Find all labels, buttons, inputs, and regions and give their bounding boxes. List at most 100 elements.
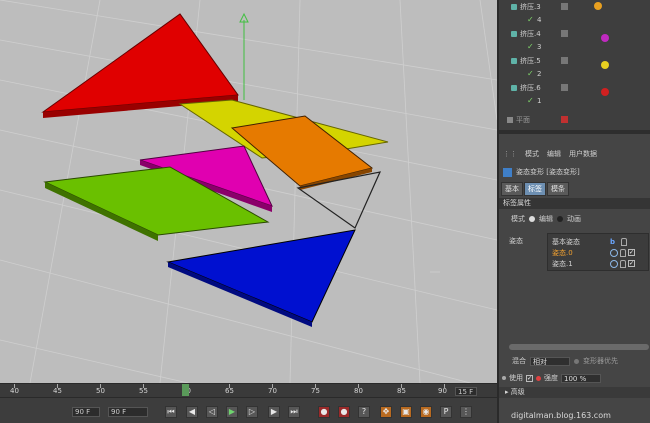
mix-row: 混合 相对 变形器优先 bbox=[499, 355, 650, 367]
strength-label: 强度 bbox=[544, 374, 558, 382]
visibility-toggle[interactable] bbox=[561, 3, 568, 10]
pose-label: 姿态 bbox=[509, 237, 523, 245]
lock-icon[interactable] bbox=[620, 248, 626, 257]
goto-start-button[interactable]: ⏮ bbox=[165, 406, 177, 418]
object-label: 挤压.5 bbox=[520, 56, 541, 65]
mode-edit-radio[interactable] bbox=[529, 216, 535, 222]
rotation-key-button[interactable]: ◉ bbox=[420, 406, 432, 418]
visibility-toggle[interactable] bbox=[561, 57, 568, 64]
tick-label: 55 bbox=[139, 387, 148, 395]
pose-name: 姿态.1 bbox=[552, 259, 573, 268]
pose-morph-tag-icon bbox=[503, 167, 512, 177]
viewport-scene bbox=[0, 0, 497, 383]
bone-icon: b bbox=[610, 237, 616, 246]
object-label: 平面 bbox=[516, 115, 530, 124]
current-frame-field[interactable]: 15 F bbox=[455, 387, 477, 396]
pose-row[interactable]: 姿态.0 ✓ bbox=[550, 247, 648, 258]
position-key-button[interactable]: ✥ bbox=[380, 406, 392, 418]
record-button[interactable]: ● bbox=[318, 406, 330, 418]
material-ball-icon[interactable] bbox=[601, 61, 609, 69]
object-row[interactable]: ✓ 4 bbox=[499, 13, 650, 26]
object-row[interactable]: ✓ 1 bbox=[499, 94, 650, 107]
object-row[interactable]: 挤压.4 bbox=[499, 27, 650, 40]
transport-bar: 90 F 90 F ⏮ ◀ ◁ ▶ ▷ ▶ ⏭ ● ● ? ✥ ▣ ◉ P ⋮ bbox=[0, 397, 497, 423]
advanced-section[interactable]: ▸ 高级 bbox=[499, 387, 650, 398]
mix-label: 混合 bbox=[512, 357, 526, 365]
param-key-button[interactable]: P bbox=[440, 406, 452, 418]
autokey-button[interactable]: ● bbox=[338, 406, 350, 418]
right-panel: 挤压.3 ✓ 4 挤压.4 ✓ 3 挤压.5 ✓ 2 挤压.6 ✓ 1 平面 ⋮… bbox=[497, 0, 650, 423]
scale-key-button[interactable]: ▣ bbox=[400, 406, 412, 418]
end-frame-field[interactable]: 90 F bbox=[108, 407, 148, 417]
prev-key-button[interactable]: ◀ bbox=[186, 406, 198, 418]
tab-basic[interactable]: 基本 bbox=[501, 182, 523, 196]
object-label: 3 bbox=[537, 42, 542, 51]
tab-bar: 基本 标签 模条 bbox=[501, 182, 569, 196]
visibility-toggle[interactable] bbox=[561, 84, 568, 91]
menu-user-data[interactable]: 用户数据 bbox=[569, 149, 597, 159]
panel-divider[interactable] bbox=[499, 130, 650, 134]
object-row[interactable]: 平面 bbox=[499, 113, 650, 126]
grid-icon[interactable]: ⋮⋮ bbox=[503, 150, 517, 158]
pose-target-icon[interactable] bbox=[610, 248, 618, 257]
visibility-toggle[interactable] bbox=[561, 30, 568, 37]
tick-label: 85 bbox=[397, 387, 406, 395]
spline-icon: ✓ bbox=[527, 96, 534, 105]
grid-key-button[interactable]: ⋮ bbox=[460, 406, 472, 418]
object-row[interactable]: ✓ 2 bbox=[499, 67, 650, 80]
pose-row[interactable]: 姿态.1 ✓ bbox=[550, 258, 648, 269]
pose-enable-checkbox[interactable]: ✓ bbox=[628, 260, 635, 267]
attributes-menu: ⋮⋮ 模式 编辑 用户数据 bbox=[499, 147, 650, 161]
tick-label: 45 bbox=[53, 387, 62, 395]
extrude-icon bbox=[511, 57, 517, 64]
pose-row[interactable]: 基本姿态 b bbox=[550, 236, 648, 247]
object-row[interactable]: ✓ 3 bbox=[499, 40, 650, 53]
keyframe-dot-icon[interactable] bbox=[536, 375, 541, 381]
mix-dropdown[interactable]: 相对 bbox=[530, 356, 570, 366]
use-row: 使用 ✓ 强度 100 % bbox=[499, 372, 650, 384]
strength-input[interactable]: 100 % bbox=[561, 373, 601, 383]
material-ball-icon[interactable] bbox=[594, 2, 602, 10]
object-row[interactable]: 挤压.5 bbox=[499, 54, 650, 67]
pose-target-icon[interactable] bbox=[610, 259, 618, 268]
goto-end-button[interactable]: ⏭ bbox=[288, 406, 300, 418]
object-manager[interactable]: 挤压.3 ✓ 4 挤压.4 ✓ 3 挤压.5 ✓ 2 挤压.6 ✓ 1 平面 bbox=[499, 0, 650, 130]
section-header: 标签属性 bbox=[499, 198, 650, 209]
lock-icon[interactable] bbox=[621, 237, 628, 246]
lock-icon[interactable] bbox=[620, 259, 626, 268]
material-ball-icon[interactable] bbox=[601, 34, 609, 42]
pose-name: 基本姿态 bbox=[552, 237, 580, 246]
object-row[interactable]: 挤压.3 bbox=[499, 0, 650, 13]
mode-edit-label: 编辑 bbox=[539, 215, 553, 223]
pose-enable-checkbox[interactable]: ✓ bbox=[628, 249, 635, 256]
tick-label: 90 bbox=[438, 387, 447, 395]
playhead[interactable] bbox=[182, 384, 189, 396]
next-key-button[interactable]: ▶ bbox=[268, 406, 280, 418]
keyframe-selection-button[interactable]: ? bbox=[358, 406, 370, 418]
3d-viewport[interactable] bbox=[0, 0, 497, 383]
object-label: 挤压.4 bbox=[520, 29, 541, 38]
next-frame-button[interactable]: ▷ bbox=[246, 406, 258, 418]
deform-first-radio[interactable] bbox=[574, 358, 579, 364]
material-ball-icon[interactable] bbox=[601, 88, 609, 96]
attributes-scrollbar[interactable] bbox=[509, 344, 649, 350]
object-row[interactable]: 挤压.6 bbox=[499, 81, 650, 94]
tick-label: 75 bbox=[311, 387, 320, 395]
tab-model[interactable]: 模条 bbox=[547, 182, 569, 196]
timeline-ruler[interactable]: 40 45 50 55 60 65 70 75 80 85 90 15 F bbox=[0, 383, 497, 397]
start-frame-field[interactable]: 90 F bbox=[72, 407, 100, 417]
tick-label: 50 bbox=[96, 387, 105, 395]
menu-edit[interactable]: 编辑 bbox=[547, 149, 561, 159]
pose-list[interactable]: 基本姿态 b 姿态.0 ✓ 姿态.1 ✓ bbox=[547, 233, 649, 271]
menu-mode[interactable]: 模式 bbox=[525, 149, 539, 159]
tab-tag[interactable]: 标签 bbox=[524, 182, 546, 196]
tick-label: 80 bbox=[354, 387, 363, 395]
use-checkbox[interactable]: ✓ bbox=[526, 374, 533, 382]
use-label: 使用 bbox=[509, 374, 523, 382]
mode-anim-radio[interactable] bbox=[557, 216, 563, 222]
play-button[interactable]: ▶ bbox=[226, 406, 238, 418]
red-triangle[interactable] bbox=[41, 13, 239, 113]
prev-frame-button[interactable]: ◁ bbox=[206, 406, 218, 418]
visibility-toggle[interactable] bbox=[561, 116, 568, 123]
watermark: digitalman.blog.163.com bbox=[511, 411, 611, 420]
